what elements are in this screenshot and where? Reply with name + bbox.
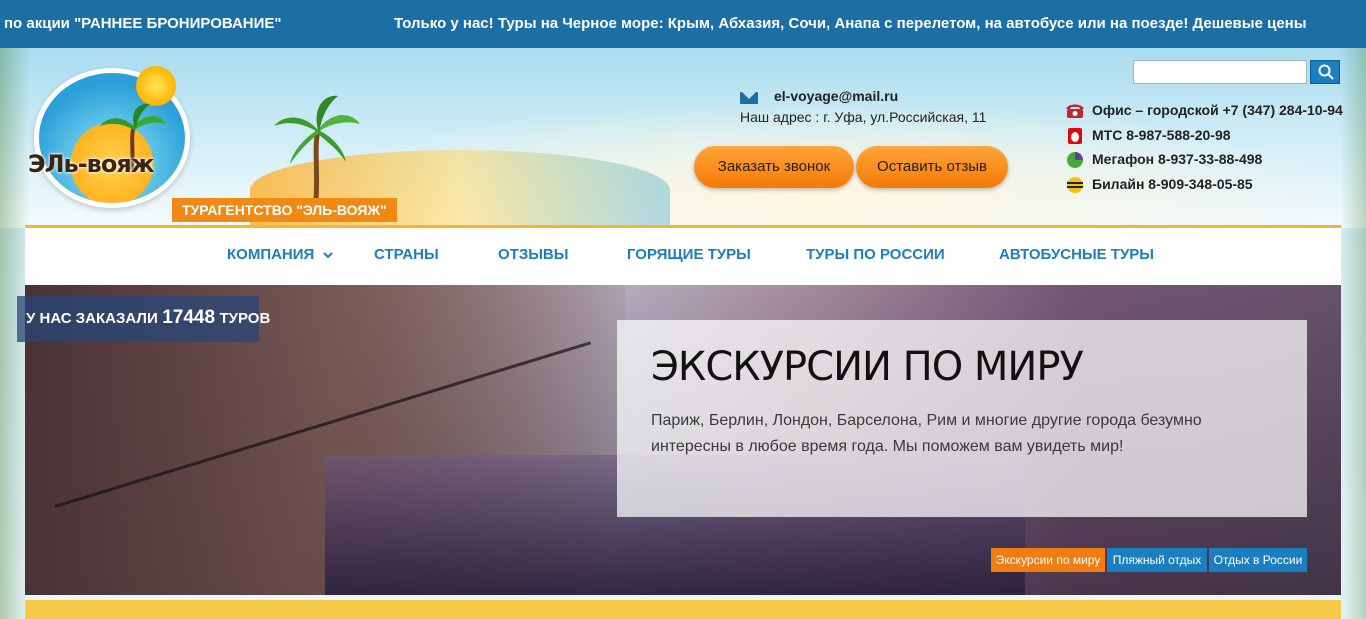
slide-tab-excursions[interactable]: Экскурсии по миру bbox=[991, 548, 1105, 572]
palm-tree-icon bbox=[274, 95, 360, 201]
nav-item-countries[interactable]: СТРАНЫ bbox=[374, 246, 439, 263]
ticker-text-promo[interactable]: по акции "РАННЕЕ БРОНИРОВАНИЕ" bbox=[4, 15, 282, 32]
address-text: Наш адрес : г. Уфа, ул.Российская, 11 bbox=[740, 109, 987, 125]
palm-decoration-right bbox=[1340, 48, 1366, 619]
hero-title: ЭКСКУРСИИ ПО МИРУ bbox=[651, 344, 1084, 390]
phone-icon bbox=[1066, 104, 1084, 118]
nav-item-hot-tours[interactable]: ГОРЯЩИЕ ТУРЫ bbox=[627, 246, 751, 263]
slide-tab-russia[interactable]: Отдых в России bbox=[1209, 548, 1307, 572]
counter-suffix: ТУРОВ bbox=[219, 310, 271, 327]
tours-counter: У НАС ЗАКАЗАЛИ 17448 ТУРОВ bbox=[17, 296, 270, 342]
content-top-bar bbox=[25, 600, 1341, 619]
agency-label: ТУРАГЕНТСТВО "ЭЛЬ-ВОЯЖ" bbox=[172, 198, 397, 222]
megafon-icon bbox=[1067, 152, 1083, 168]
nav-item-russia-tours[interactable]: ТУРЫ ПО РОССИИ bbox=[806, 246, 945, 263]
email-link[interactable]: el-voyage@mail.ru bbox=[774, 88, 898, 104]
mail-icon bbox=[740, 92, 758, 104]
search-icon bbox=[1318, 64, 1334, 80]
nav-item-bus-tours[interactable]: АВТОБУСНЫЕ ТУРЫ bbox=[999, 246, 1154, 263]
nav-item-company[interactable]: КОМПАНИЯ bbox=[227, 246, 333, 263]
leave-review-button[interactable]: Оставить отзыв bbox=[856, 146, 1008, 188]
phone-beeline-text: Билайн 8-909-348-05-85 bbox=[1092, 175, 1253, 192]
slide-tab-beach[interactable]: Пляжный отдых bbox=[1107, 548, 1207, 572]
search-input[interactable] bbox=[1133, 60, 1307, 84]
sun-icon bbox=[136, 66, 176, 106]
order-call-button[interactable]: Заказать звонок bbox=[694, 146, 854, 188]
mts-icon bbox=[1068, 127, 1082, 144]
news-ticker: по акции "РАННЕЕ БРОНИРОВАНИЕ" Только у … bbox=[0, 0, 1366, 48]
main-navigation: КОМПАНИЯ СТРАНЫ ОТЗЫВЫ ГОРЯЩИЕ ТУРЫ ТУРЫ… bbox=[25, 225, 1341, 285]
ticker-text-news[interactable]: Только у нас! Туры на Черное море: Крым,… bbox=[394, 15, 1307, 32]
nav-item-reviews[interactable]: ОТЗЫВЫ bbox=[498, 246, 568, 263]
counter-prefix: У НАС ЗАКАЗАЛИ bbox=[26, 310, 158, 327]
chevron-down-icon bbox=[322, 252, 333, 259]
phone-office-text: Офис – городской +7 (347) 284-10-94 bbox=[1092, 102, 1343, 118]
beeline-icon bbox=[1067, 176, 1083, 193]
site-logo[interactable]: ЭЛь-вояж bbox=[28, 62, 196, 212]
phone-mts-text: МТС 8-987-588-20-98 bbox=[1092, 126, 1231, 143]
search-button[interactable] bbox=[1310, 60, 1340, 84]
hero-description: Париж, Берлин, Лондон, Барселона, Рим и … bbox=[651, 412, 1202, 455]
hero-caption-panel: ЭКСКУРСИИ ПО МИРУ Париж, Берлин, Лондон,… bbox=[617, 320, 1307, 517]
nav-item-company-label: КОМПАНИЯ bbox=[227, 246, 315, 263]
phone-megafon-text: Мегафон 8-937-33-88-498 bbox=[1092, 151, 1263, 167]
logo-text: ЭЛь-вояж bbox=[28, 150, 155, 178]
counter-number: 17448 bbox=[162, 307, 216, 328]
